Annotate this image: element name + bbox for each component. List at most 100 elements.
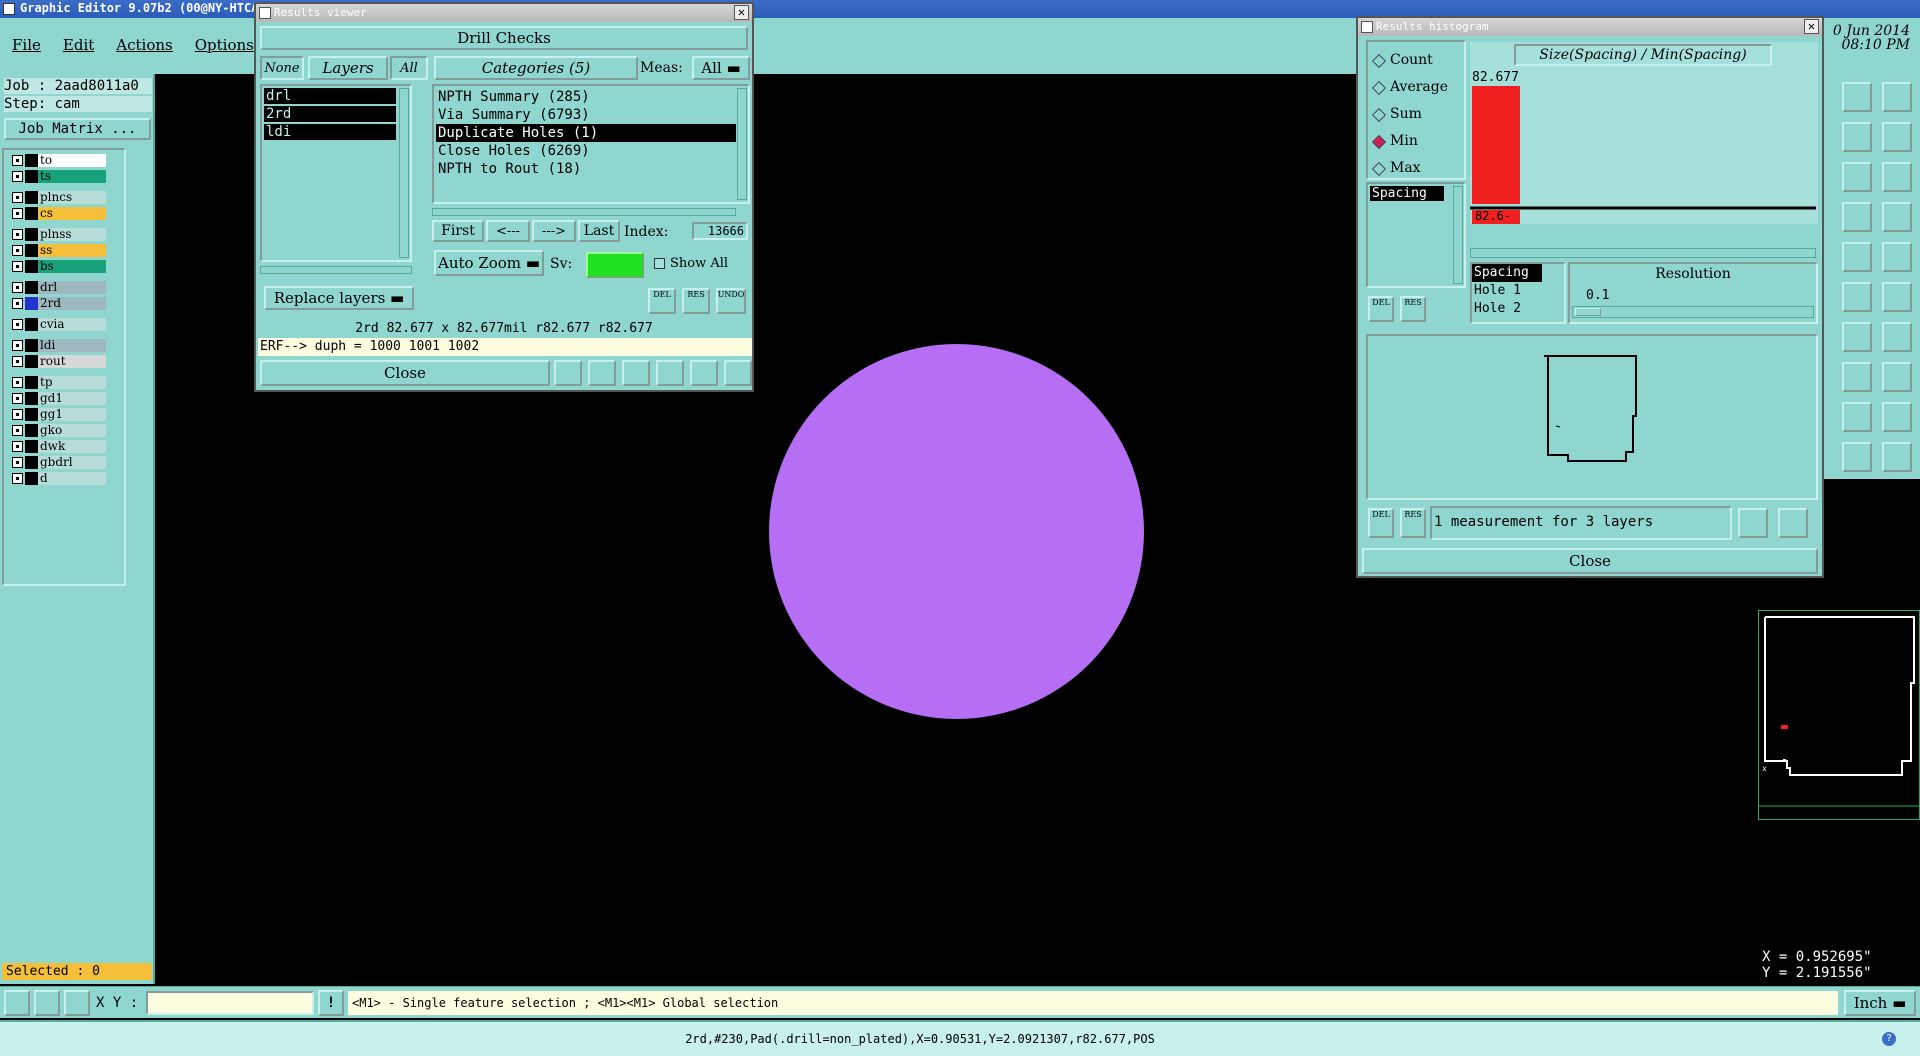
next-button[interactable]: ---> — [532, 220, 576, 242]
radio-icon[interactable] — [1371, 107, 1387, 123]
xy-input[interactable] — [146, 991, 314, 1015]
layer-checkbox[interactable] — [12, 171, 23, 182]
radio-icon[interactable] — [1371, 161, 1387, 177]
slider-thumb[interactable] — [1575, 308, 1601, 316]
layers-icon[interactable] — [1882, 362, 1912, 392]
home-icon[interactable] — [1842, 82, 1872, 112]
category-item[interactable]: Via Summary (6793) — [436, 106, 736, 124]
layer-checkbox[interactable] — [12, 473, 23, 484]
layers-button[interactable]: Layers — [308, 56, 388, 80]
select-icon[interactable] — [4, 990, 30, 1016]
mode-count[interactable]: Count — [1368, 50, 1464, 72]
mirror-icon[interactable] — [1882, 322, 1912, 352]
radio-icon[interactable] — [1371, 80, 1387, 96]
layer-row[interactable]: cvia — [10, 318, 106, 331]
res-button[interactable]: RES — [1400, 296, 1426, 322]
field-item[interactable]: Hole 2 — [1472, 300, 1542, 318]
help-icon[interactable]: ? — [1882, 1032, 1896, 1046]
rv-layer-item[interactable]: 2rd — [264, 106, 396, 122]
ruler-icon[interactable] — [1842, 242, 1872, 272]
undo-view-icon[interactable] — [1842, 122, 1872, 152]
mode-sum[interactable]: Sum — [1368, 104, 1464, 126]
layer-checkbox[interactable] — [12, 208, 23, 219]
layer-row[interactable]: d — [10, 472, 106, 485]
layer-checkbox[interactable] — [12, 425, 23, 436]
categories-button[interactable]: Categories (5) — [434, 56, 638, 80]
close-button[interactable]: Close — [260, 360, 550, 386]
scrollbar[interactable] — [1453, 186, 1463, 284]
notes-icon[interactable] — [690, 360, 718, 386]
overview-map[interactable]: x — [1758, 610, 1920, 820]
none-button[interactable]: None — [260, 56, 304, 80]
category-item[interactable]: Duplicate Holes (1) — [436, 124, 736, 142]
menu-options[interactable]: Options — [195, 36, 254, 54]
mode-average[interactable]: Average — [1368, 77, 1464, 99]
arc-icon[interactable] — [1842, 402, 1872, 432]
mode-min[interactable]: Min — [1368, 131, 1464, 153]
menu-file[interactable]: File — [12, 36, 41, 54]
layer-row[interactable]: dwk — [10, 440, 106, 453]
layer-checkbox[interactable] — [12, 393, 23, 404]
arc-alt-icon[interactable] — [1882, 402, 1912, 432]
line-icon[interactable] — [1842, 282, 1872, 312]
del-button[interactable]: DEL — [648, 288, 676, 314]
layer-checkbox[interactable] — [12, 457, 23, 468]
radio-icon[interactable] — [1371, 53, 1387, 69]
histogram-export-icon[interactable] — [1738, 508, 1768, 538]
close-icon[interactable]: ✕ — [1804, 19, 1819, 34]
grid-icon[interactable] — [64, 990, 90, 1016]
scrollbar[interactable] — [399, 88, 409, 258]
layer-row[interactable]: 2rd — [10, 297, 106, 310]
cross-icon[interactable] — [622, 360, 650, 386]
warning-icon[interactable]: ! — [318, 990, 344, 1016]
categories-list[interactable]: NPTH Summary (285) Via Summary (6793) Dupl… — [432, 84, 750, 204]
copy-icon[interactable] — [1882, 122, 1912, 152]
layer-list-box[interactable]: drl 2rd ldi — [260, 84, 412, 262]
layer-row[interactable]: plnss — [10, 228, 106, 241]
del-button[interactable]: DEL — [1368, 296, 1394, 322]
close-icon[interactable]: ✕ — [734, 5, 749, 20]
layer-row[interactable]: cs — [10, 207, 106, 220]
layer-checkbox[interactable] — [12, 229, 23, 240]
menu-edit[interactable]: Edit — [63, 36, 94, 54]
layer-row[interactable]: gko — [10, 424, 106, 437]
horizontal-scrollbar[interactable] — [1470, 248, 1816, 258]
histogram-zoom-icon[interactable] — [1778, 508, 1808, 538]
layer-checkbox[interactable] — [12, 261, 23, 272]
prev-button[interactable]: <--- — [486, 220, 530, 242]
layer-row[interactable]: bs — [10, 260, 106, 273]
category-item[interactable]: Close Holes (6269) — [436, 142, 736, 160]
show-all-checkbox[interactable] — [654, 258, 665, 269]
layer-checkbox[interactable] — [12, 155, 23, 166]
category-item[interactable]: NPTH to Rout (18) — [436, 160, 736, 178]
histogram-bar[interactable] — [1472, 86, 1520, 204]
resolution-slider[interactable] — [1572, 306, 1814, 318]
undo-button[interactable]: UNDO — [716, 288, 746, 314]
field-item[interactable]: Spacing — [1472, 264, 1542, 282]
rotate-icon[interactable] — [1842, 322, 1872, 352]
rv-layer-item[interactable]: drl — [264, 88, 396, 104]
layer-row[interactable]: gbdrl — [10, 456, 106, 469]
connect-icon[interactable] — [1882, 282, 1912, 312]
stop-icon[interactable] — [588, 360, 616, 386]
layer-checkbox[interactable] — [12, 245, 23, 256]
rv-layer-item[interactable]: ldi — [264, 124, 396, 140]
scale-icon[interactable] — [1842, 162, 1872, 192]
mode-max[interactable]: Max — [1368, 158, 1464, 180]
layer-checkbox[interactable] — [12, 340, 23, 351]
net-alt-icon[interactable] — [1882, 202, 1912, 232]
layer-checkbox[interactable] — [12, 356, 23, 367]
replace-layers-select[interactable]: Replace layers ▬ — [264, 286, 414, 310]
layer-checkbox[interactable] — [12, 409, 23, 420]
layer-row[interactable]: plncs — [10, 191, 106, 204]
snap-icon[interactable] — [1842, 362, 1872, 392]
layer-checkbox[interactable] — [12, 298, 23, 309]
meas-select[interactable]: All ▬ — [692, 56, 750, 80]
layer-row[interactable]: tp — [10, 376, 106, 389]
layer-checkbox[interactable] — [12, 441, 23, 452]
layer-checkbox[interactable] — [12, 319, 23, 330]
layer-row[interactable]: ldi — [10, 339, 106, 352]
res-button[interactable]: RES — [1400, 508, 1426, 538]
close-button[interactable]: Close — [1362, 548, 1818, 574]
last-button[interactable]: Last — [578, 220, 620, 242]
